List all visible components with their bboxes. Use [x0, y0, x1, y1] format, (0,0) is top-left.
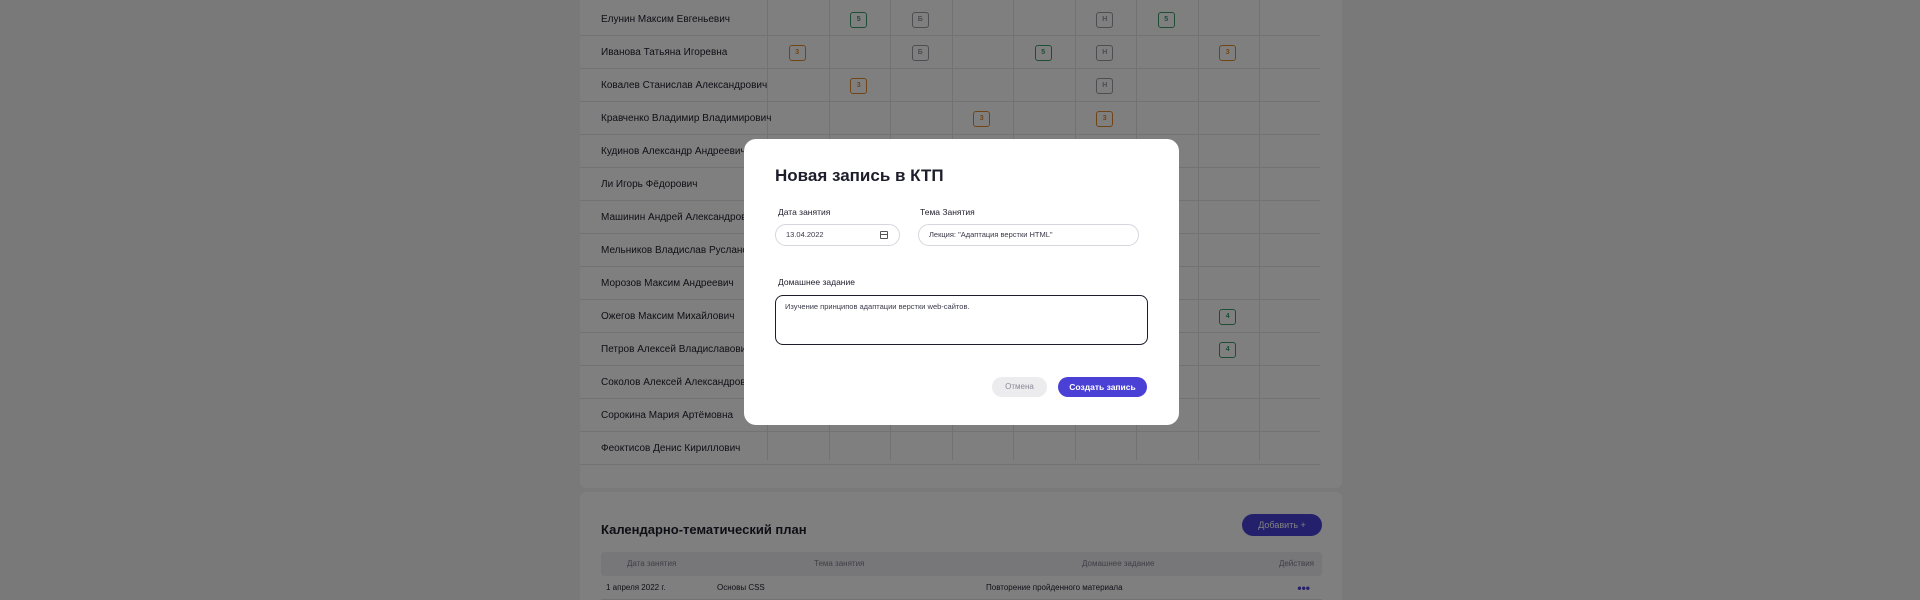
- date-value: 13.04.2022: [786, 230, 824, 239]
- create-entry-button[interactable]: Создать запись: [1058, 377, 1147, 397]
- calendar-icon[interactable]: [880, 231, 888, 239]
- modal-title: Новая запись в КТП: [775, 166, 944, 185]
- date-label: Дата занятия: [778, 207, 831, 217]
- homework-label: Домашнее задание: [778, 277, 855, 287]
- homework-textarea[interactable]: Изучение принципов адаптации верстки web…: [775, 295, 1148, 345]
- new-ktp-entry-modal: Новая запись в КТП Дата занятия 13.04.20…: [744, 139, 1179, 425]
- topic-label: Тема Занятия: [920, 207, 975, 217]
- date-input[interactable]: 13.04.2022: [775, 224, 900, 246]
- topic-value: Лекция: "Адаптация верстки HTML": [929, 230, 1053, 239]
- topic-input[interactable]: Лекция: "Адаптация верстки HTML": [918, 224, 1139, 246]
- cancel-button[interactable]: Отмена: [992, 377, 1047, 397]
